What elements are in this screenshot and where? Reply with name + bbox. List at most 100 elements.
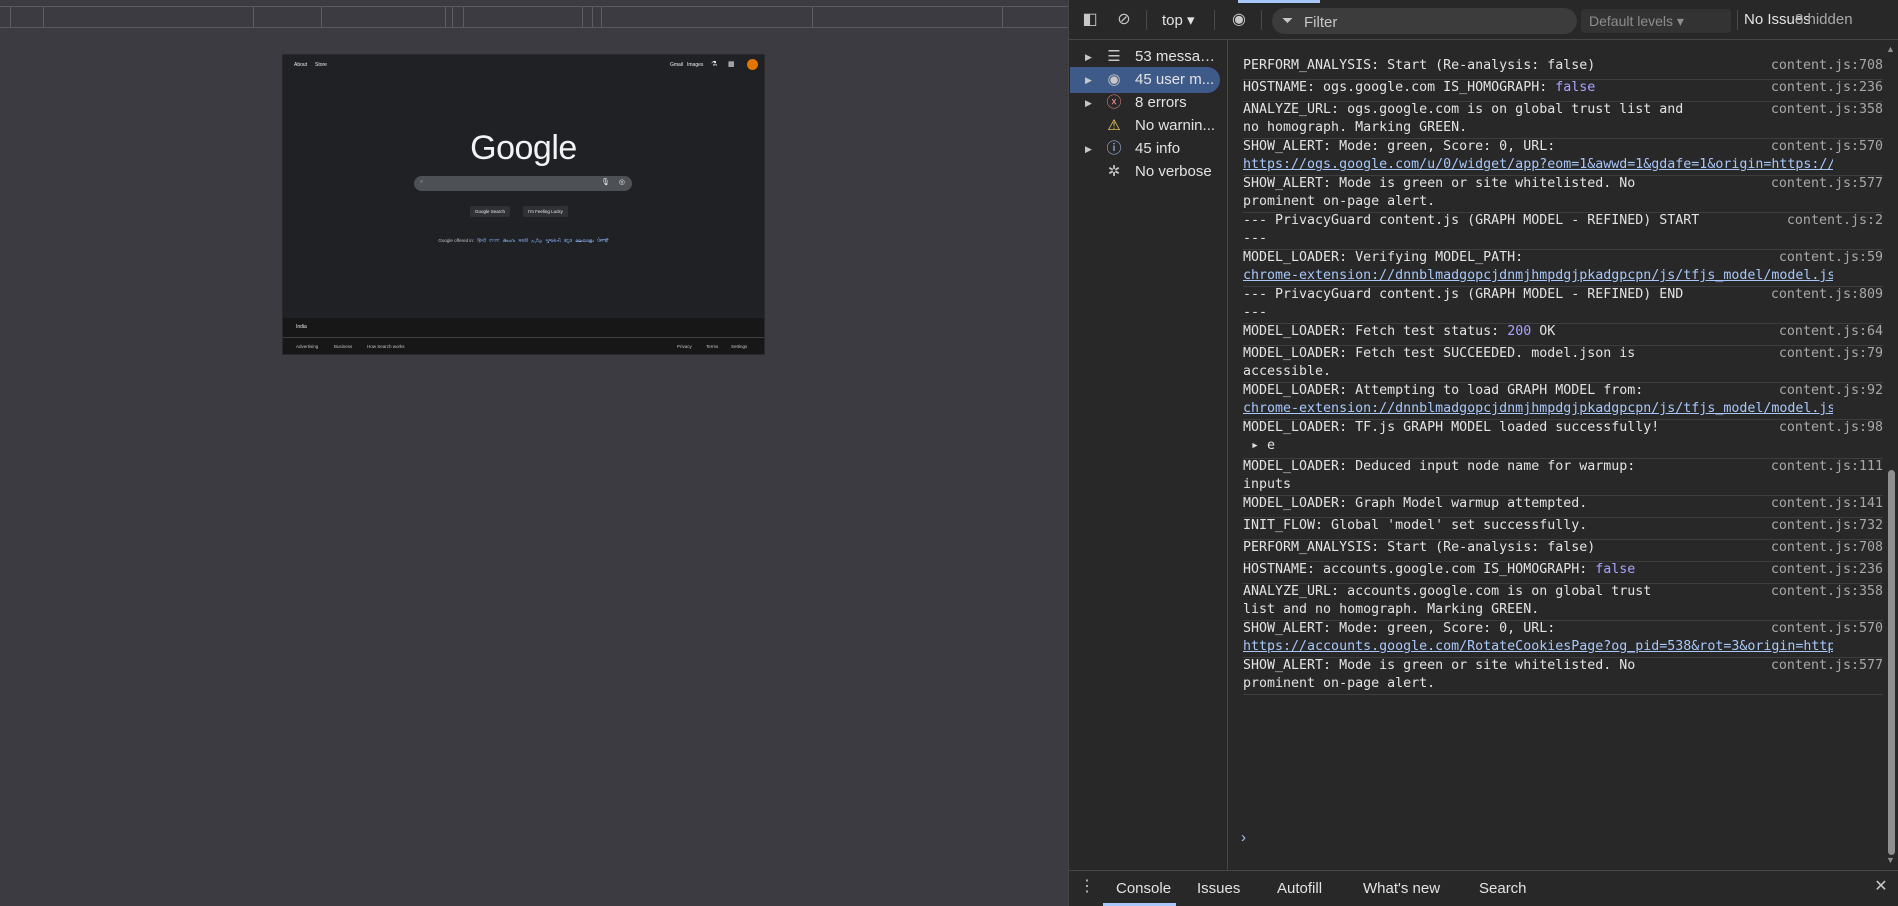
log-fragment: 200 xyxy=(1507,324,1532,339)
tab-whats-new[interactable]: What's new xyxy=(1363,880,1440,897)
log-message: SHOW_ALERT: Mode: green, Score: 0, URL: … xyxy=(1243,138,1883,176)
how-search-works-link[interactable]: How Search works xyxy=(367,344,405,349)
source-link[interactable]: content.js:358 xyxy=(1771,583,1883,601)
log-fragment: false xyxy=(1555,80,1596,95)
source-link[interactable]: content.js:732 xyxy=(1771,517,1883,535)
source-link[interactable]: content.js:358 xyxy=(1771,101,1883,119)
filter-input[interactable] xyxy=(1302,12,1566,32)
language-link[interactable]: മലയാളം xyxy=(575,238,594,243)
apps-grid-icon[interactable]: ▦ xyxy=(728,60,735,68)
log-link[interactable]: https://accounts.google.com/RotateCookie… xyxy=(1243,638,1833,656)
tab-autofill[interactable]: Autofill xyxy=(1277,880,1322,897)
more-menu-icon[interactable]: ⋮ xyxy=(1077,877,1097,897)
console-prompt-icon[interactable]: › xyxy=(1241,829,1246,846)
log-fragment: PERFORM_ANALYSIS: Start (Re-analysis: fa… xyxy=(1243,540,1596,555)
log-fragment: HOSTNAME: accounts.google.com IS_HOMOGRA… xyxy=(1243,562,1596,577)
warning-icon: ⚠ xyxy=(1107,117,1121,134)
privacy-link[interactable]: Privacy xyxy=(677,344,692,349)
search-input[interactable]: ⌕ 🎙 ◎ xyxy=(414,176,632,191)
settings-link[interactable]: Settings xyxy=(731,344,747,349)
about-link[interactable]: About xyxy=(294,62,307,68)
close-drawer-icon[interactable]: ✕ xyxy=(1871,877,1891,897)
source-link[interactable]: content.js:59 xyxy=(1779,249,1883,267)
language-link[interactable]: ಕನ್ನಡ xyxy=(564,238,572,243)
business-link[interactable]: Business xyxy=(334,344,352,349)
log-fragment: SHOW_ALERT: Mode: green, Score: 0, URL: xyxy=(1243,621,1556,636)
log-text: SHOW_ALERT: Mode: green, Score: 0, URL: … xyxy=(1243,620,1833,656)
log-fragment: MODEL_LOADER: Graph Model warmup attempt… xyxy=(1243,496,1588,511)
source-link[interactable]: content.js:708 xyxy=(1771,539,1883,557)
log-text: SHOW_ALERT: Mode is green or site whitel… xyxy=(1243,657,1719,693)
images-link[interactable]: Images xyxy=(687,62,703,68)
log-message: --- PrivacyGuard content.js (GRAPH MODEL… xyxy=(1243,212,1883,250)
log-text: INIT_FLOW: Global 'model' set successful… xyxy=(1243,517,1719,535)
source-link[interactable]: content.js:2 xyxy=(1787,212,1883,230)
source-link[interactable]: content.js:236 xyxy=(1771,561,1883,579)
log-link[interactable]: https://ogs.google.com/u/0/widget/app?eo… xyxy=(1243,156,1833,174)
tab-issues[interactable]: Issues xyxy=(1197,880,1240,897)
source-link[interactable]: content.js:92 xyxy=(1779,382,1883,400)
mic-icon[interactable]: 🎙 xyxy=(601,178,610,186)
terms-link[interactable]: Terms xyxy=(706,344,718,349)
language-link[interactable]: తెలుగు xyxy=(503,238,515,243)
log-levels-dropdown[interactable]: Default levels ▾ xyxy=(1581,9,1731,33)
filter-icon: ⏷ xyxy=(1282,12,1294,28)
log-fragment: --- PrivacyGuard content.js (GRAPH MODEL… xyxy=(1243,287,1684,320)
log-fragment: OK xyxy=(1531,324,1556,339)
tab-console[interactable]: Console xyxy=(1116,880,1171,897)
filter-box[interactable]: ⏷ xyxy=(1272,8,1577,34)
ruler-tick xyxy=(592,7,593,28)
source-link[interactable]: content.js:141 xyxy=(1771,495,1883,513)
source-link[interactable]: content.js:577 xyxy=(1771,657,1883,675)
source-link[interactable]: content.js:111 xyxy=(1771,458,1883,476)
scroll-up-icon[interactable]: ▲ xyxy=(1886,44,1895,54)
clear-console-icon[interactable]: ⊘ xyxy=(1114,10,1134,30)
log-message: PERFORM_ANALYSIS: Start (Re-analysis: fa… xyxy=(1243,57,1883,80)
google-search-button[interactable]: Google Search xyxy=(470,206,511,217)
scroll-down-icon[interactable]: ▼ xyxy=(1886,855,1895,865)
source-link[interactable]: content.js:708 xyxy=(1771,57,1883,75)
source-link[interactable]: content.js:809 xyxy=(1771,286,1883,304)
gmail-link[interactable]: Gmail xyxy=(670,62,683,68)
devtools-panel: ◧ ⊘ top ▾ ◉ ⏷ Default levels ▾ No Issues… xyxy=(1068,0,1898,906)
context-selector[interactable]: top ▾ xyxy=(1162,11,1195,29)
language-link[interactable]: বাংলা xyxy=(489,238,499,243)
language-link[interactable]: ਪੰਜਾਬੀ xyxy=(597,238,608,243)
log-message: MODEL_LOADER: Fetch test status: 200 OK c… xyxy=(1243,323,1883,346)
device-ruler xyxy=(0,6,1068,28)
language-link[interactable]: हिन्दी xyxy=(477,238,486,243)
ruler-tick xyxy=(445,7,446,28)
source-link[interactable]: content.js:577 xyxy=(1771,175,1883,193)
log-text: PERFORM_ANALYSIS: Start (Re-analysis: fa… xyxy=(1243,57,1719,75)
labs-icon[interactable]: ⚗ xyxy=(711,60,717,68)
source-link[interactable]: content.js:79 xyxy=(1779,345,1883,363)
sidebar-item[interactable]: ✲ No verbose xyxy=(1070,159,1220,185)
active-tab-indicator xyxy=(1238,0,1320,3)
language-link[interactable]: ગુજરાતી xyxy=(546,238,561,243)
eye-icon[interactable]: ◉ xyxy=(1229,10,1249,30)
log-link[interactable]: chrome-extension://dnnblmadgopcjdnmjhmpd… xyxy=(1243,267,1833,285)
source-link[interactable]: content.js:570 xyxy=(1771,620,1883,638)
source-link[interactable]: content.js:236 xyxy=(1771,79,1883,97)
footer-divider xyxy=(283,337,764,338)
source-link[interactable]: content.js:570 xyxy=(1771,138,1883,156)
log-message: MODEL_LOADER: Fetch test SUCCEEDED. mode… xyxy=(1243,345,1883,383)
advertising-link[interactable]: Advertising xyxy=(296,344,318,349)
ruler-tick xyxy=(43,7,44,28)
sidebar-toggle-icon[interactable]: ◧ xyxy=(1080,10,1100,30)
feeling-lucky-button[interactable]: I'm Feeling Lucky xyxy=(523,206,568,217)
source-link[interactable]: content.js:98 xyxy=(1779,419,1883,437)
language-link[interactable]: मराठी xyxy=(519,238,528,243)
source-link[interactable]: content.js:64 xyxy=(1779,323,1883,341)
store-link[interactable]: Store xyxy=(315,62,327,68)
log-scrollbar[interactable]: ▲ ▼ xyxy=(1884,40,1898,870)
log-text: MODEL_LOADER: Deduced input node name fo… xyxy=(1243,458,1719,494)
log-message: MODEL_LOADER: TF.js GRAPH MODEL loaded s… xyxy=(1243,419,1883,459)
log-link[interactable]: chrome-extension://dnnblmadgopcjdnmjhmpd… xyxy=(1243,400,1833,418)
tab-search[interactable]: Search xyxy=(1479,880,1527,897)
lens-icon[interactable]: ◎ xyxy=(619,178,625,186)
language-link[interactable]: தமிழ் xyxy=(531,238,542,243)
google-homepage-preview[interactable]: About Store Gmail Images ⚗ ▦ Google ⌕ 🎙 … xyxy=(283,55,764,354)
scroll-thumb[interactable] xyxy=(1888,470,1895,855)
avatar[interactable] xyxy=(747,59,758,70)
